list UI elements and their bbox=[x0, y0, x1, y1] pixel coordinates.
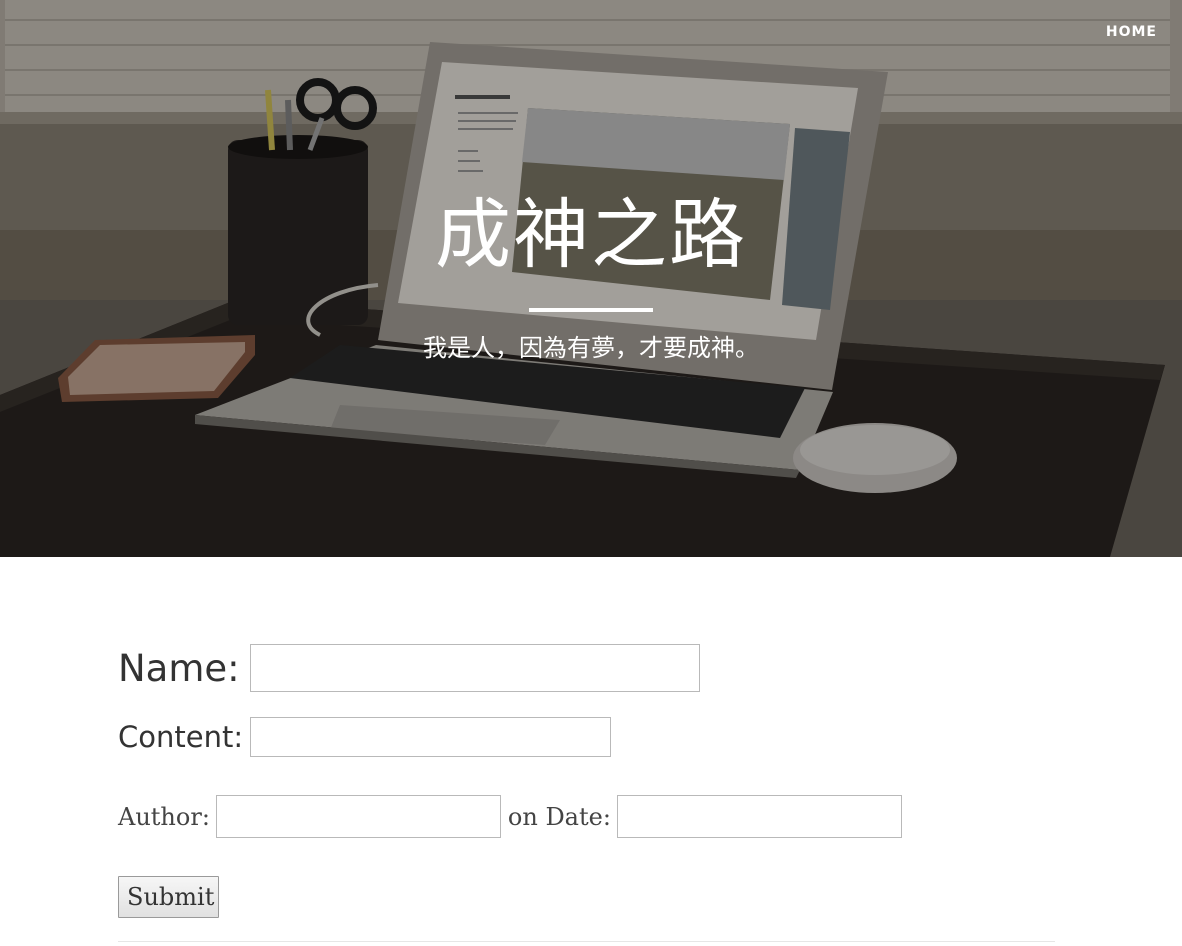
author-date-row: Author: on Date: bbox=[118, 795, 902, 838]
nav-home-link[interactable]: HOME bbox=[1106, 24, 1157, 40]
site-title: 成神之路 bbox=[435, 190, 747, 279]
content-divider bbox=[118, 941, 1055, 942]
hero-header: HOME 成神之路 我是人，因為有夢，才要成神。 bbox=[0, 0, 1182, 557]
content-input[interactable] bbox=[250, 717, 612, 757]
content-row: Content: bbox=[118, 717, 612, 757]
name-label: Name: bbox=[118, 646, 240, 690]
site-heading: 成神之路 我是人，因為有夢，才要成神。 bbox=[0, 180, 1182, 364]
submit-button[interactable]: Submit bbox=[118, 876, 219, 918]
author-input[interactable] bbox=[215, 795, 501, 838]
date-label: on Date: bbox=[507, 802, 611, 831]
submit-row: Submit bbox=[118, 876, 219, 918]
title-divider bbox=[529, 308, 653, 312]
content-label: Content: bbox=[118, 720, 244, 754]
site-subtitle: 我是人，因為有夢，才要成神。 bbox=[423, 334, 759, 362]
name-row: Name: bbox=[118, 644, 700, 692]
name-input[interactable] bbox=[249, 644, 700, 692]
author-label: Author: bbox=[118, 802, 210, 831]
date-input[interactable] bbox=[616, 795, 902, 838]
